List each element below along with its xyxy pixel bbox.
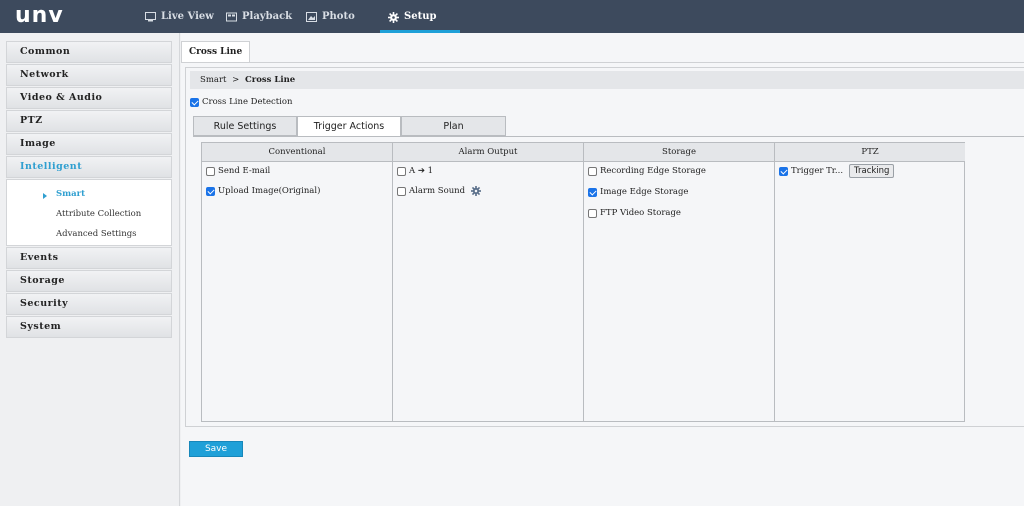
- sidebar-subitem-attribute-collection[interactable]: Attribute Collection: [56, 209, 141, 219]
- ftp-video-storage-checkbox[interactable]: [588, 208, 597, 218]
- sidebar-item-storage[interactable]: Storage: [6, 270, 172, 292]
- image-edge-storage-label: Image Edge Storage: [600, 187, 689, 197]
- recording-edge-storage-label: Recording Edge Storage: [600, 166, 706, 176]
- upload-image-label: Upload Image(Original): [218, 186, 321, 196]
- image-edge-storage-row: Image Edge Storage: [588, 187, 688, 197]
- sidebar-item-video-audio[interactable]: Video & Audio: [6, 87, 172, 109]
- trigger-tracking-row: Trigger Tr... Tracking: [779, 164, 895, 178]
- recording-edge-storage-checkbox[interactable]: [588, 166, 597, 176]
- monitor-icon: [145, 12, 156, 22]
- nav-live-view[interactable]: Live View: [145, 0, 214, 33]
- sidebar: Common Network Video & Audio PTZ Image I…: [0, 33, 180, 506]
- ftp-video-storage-row: FTP Video Storage: [588, 208, 681, 218]
- upload-image-row: Upload Image(Original): [206, 186, 320, 196]
- alarm-sound-label: Alarm Sound: [409, 186, 466, 196]
- upload-image-checkbox[interactable]: [206, 186, 215, 196]
- alarm-output-checkbox[interactable]: [397, 166, 406, 176]
- tab-plan[interactable]: Plan: [401, 116, 506, 136]
- gear-icon: [388, 12, 399, 23]
- column-alarm-output: Alarm Output A ➔ 1 Alarm Sound: [393, 143, 584, 421]
- ftp-video-storage-label: FTP Video Storage: [600, 208, 681, 218]
- nav-playback[interactable]: Playback: [226, 0, 292, 33]
- photo-icon: [306, 12, 317, 22]
- divider: [193, 136, 1024, 137]
- tab-bar: Rule Settings Trigger Actions Plan: [193, 116, 506, 137]
- column-header: PTZ: [775, 143, 965, 162]
- image-edge-storage-checkbox[interactable]: [588, 187, 597, 197]
- sidebar-item-image[interactable]: Image: [6, 133, 172, 155]
- sidebar-submenu: Smart Attribute Collection Advanced Sett…: [6, 179, 172, 246]
- sidebar-item-ptz[interactable]: PTZ: [6, 110, 172, 132]
- alarm-output-row: A ➔ 1: [397, 166, 433, 176]
- tab-rule-settings[interactable]: Rule Settings: [193, 116, 297, 136]
- gear-icon[interactable]: [471, 186, 482, 196]
- sidebar-item-events[interactable]: Events: [6, 247, 172, 269]
- breadcrumb-current: Cross Line: [244, 75, 296, 85]
- sidebar-item-intelligent[interactable]: Intelligent: [6, 156, 172, 178]
- nav-label: Live View: [161, 11, 214, 22]
- tracking-button[interactable]: Tracking: [849, 164, 895, 178]
- film-icon: [226, 12, 237, 22]
- tab-trigger-actions[interactable]: Trigger Actions: [297, 116, 401, 137]
- trigger-tracking-label: Trigger Tr...: [791, 166, 844, 176]
- nav-label: Photo: [322, 11, 355, 22]
- nav-setup[interactable]: Setup: [388, 0, 436, 33]
- tab-cross-line[interactable]: Cross Line: [181, 41, 251, 63]
- sidebar-item-network[interactable]: Network: [6, 64, 172, 86]
- sidebar-item-security[interactable]: Security: [6, 293, 172, 315]
- sidebar-subitem-advanced-settings[interactable]: Advanced Settings: [56, 229, 137, 239]
- nav-label: Setup: [404, 11, 437, 22]
- top-nav-bar: unv Live View Playback Photo Setup: [0, 0, 1024, 33]
- main-content: Cross Line Smart > Cross Line Cross Line…: [181, 33, 1024, 506]
- nav-label: Playback: [242, 11, 293, 22]
- divider: [181, 62, 1024, 63]
- trigger-tracking-checkbox[interactable]: [779, 166, 788, 176]
- breadcrumb: Smart > Cross Line: [190, 71, 1024, 89]
- column-ptz: PTZ Trigger Tr... Tracking: [775, 143, 965, 421]
- cross-line-detection-label: Cross Line Detection: [202, 97, 293, 107]
- sidebar-subitem-smart[interactable]: Smart: [56, 189, 85, 199]
- cross-line-detection-checkbox[interactable]: [190, 97, 199, 107]
- settings-panel: Smart > Cross Line Cross Line Detection …: [185, 67, 1024, 427]
- alarm-sound-checkbox[interactable]: [397, 186, 406, 196]
- column-header: Conventional: [202, 143, 392, 162]
- column-header: Storage: [584, 143, 774, 162]
- alarm-sound-row: Alarm Sound: [397, 186, 482, 196]
- alarm-output-label: A ➔ 1: [409, 166, 434, 176]
- send-email-row: Send E-mail: [206, 166, 270, 176]
- save-button[interactable]: Save: [189, 441, 243, 457]
- nav-photo[interactable]: Photo: [306, 0, 355, 33]
- recording-edge-storage-row: Recording Edge Storage: [588, 166, 706, 176]
- logo: unv: [15, 3, 64, 28]
- column-storage: Storage Recording Edge Storage Image Edg…: [584, 143, 775, 421]
- sidebar-item-system[interactable]: System: [6, 316, 172, 338]
- send-email-checkbox[interactable]: [206, 166, 215, 176]
- breadcrumb-parent[interactable]: Smart: [200, 75, 226, 85]
- column-conventional: Conventional Send E-mail Upload Image(Or…: [202, 143, 393, 421]
- send-email-label: Send E-mail: [218, 166, 271, 176]
- breadcrumb-separator: >: [232, 75, 240, 85]
- arrow-right-icon: [43, 193, 47, 199]
- trigger-actions-table: Conventional Send E-mail Upload Image(Or…: [201, 142, 965, 422]
- sidebar-item-common[interactable]: Common: [6, 41, 172, 63]
- column-header: Alarm Output: [393, 143, 583, 162]
- cross-line-detection-row: Cross Line Detection: [190, 97, 292, 107]
